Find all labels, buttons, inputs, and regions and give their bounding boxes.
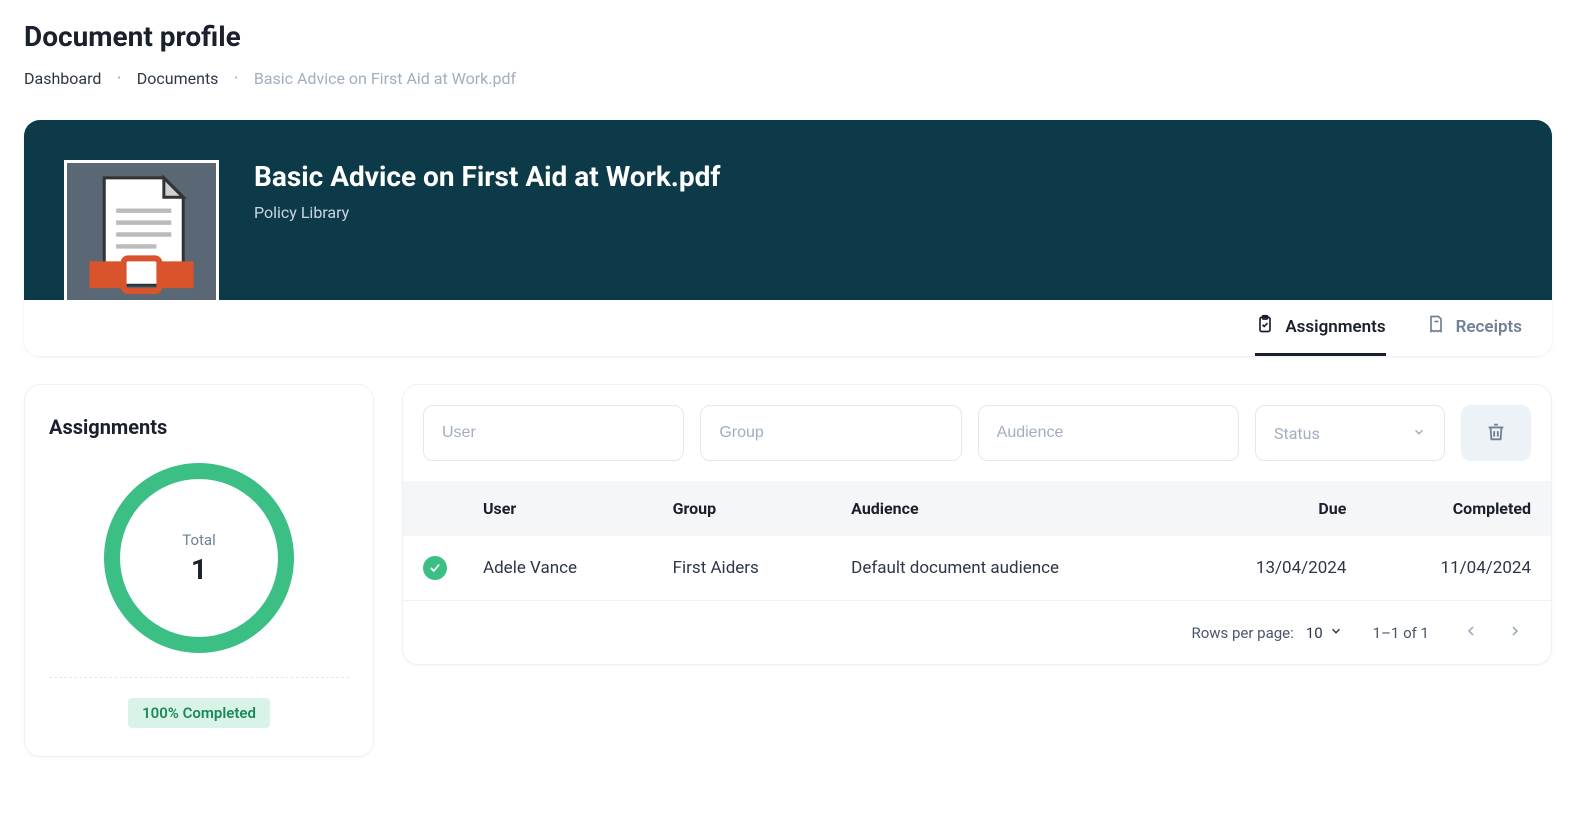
page-title: Document profile — [24, 20, 1552, 53]
table-row[interactable]: Adele Vance First Aiders Default documen… — [403, 536, 1551, 601]
col-audience: Audience — [831, 481, 1182, 536]
summary-title: Assignments — [49, 415, 349, 439]
table-footer: Rows per page: 10 1–1 of 1 — [403, 601, 1551, 664]
chevron-down-icon — [1412, 424, 1426, 443]
tab-label: Receipts — [1456, 317, 1522, 337]
breadcrumb: Dashboard • Documents • Basic Advice on … — [24, 69, 1552, 88]
cell-due: 13/04/2024 — [1182, 536, 1367, 601]
tab-receipts[interactable]: Receipts — [1426, 300, 1522, 356]
next-page-button[interactable] — [1503, 619, 1527, 646]
breadcrumb-separator: • — [234, 73, 237, 84]
status-complete-icon — [423, 556, 447, 580]
donut-ring: Total 1 — [104, 463, 294, 653]
rows-per-page-value: 10 — [1306, 624, 1323, 642]
hero-tabs-bar: Assignments Receipts — [24, 300, 1552, 356]
cell-user: Adele Vance — [463, 536, 653, 601]
document-category: Policy Library — [254, 203, 1512, 222]
col-user: User — [463, 481, 653, 536]
clipboard-check-icon — [1255, 314, 1275, 339]
tabs: Assignments Receipts — [1255, 300, 1522, 356]
hero-banner: Basic Advice on First Aid at Work.pdf Po… — [24, 120, 1552, 300]
user-filter-input[interactable] — [423, 405, 684, 461]
document-icon — [67, 163, 216, 312]
filter-row: Status — [403, 385, 1551, 481]
total-value: 1 — [182, 553, 216, 586]
breadcrumb-documents[interactable]: Documents — [137, 69, 219, 88]
content-row: Assignments Total 1 100% Completed Statu… — [24, 384, 1552, 757]
chevron-down-icon — [1329, 624, 1343, 642]
cell-group: First Aiders — [653, 536, 832, 601]
col-status — [403, 481, 463, 536]
breadcrumb-separator: • — [117, 73, 120, 84]
assignments-table: User Group Audience Due Completed Adele … — [403, 481, 1551, 601]
table-header-row: User Group Audience Due Completed — [403, 481, 1551, 536]
assignments-table-card: Status — [402, 384, 1552, 665]
pager — [1459, 619, 1527, 646]
pagination-range: 1–1 of 1 — [1373, 624, 1429, 642]
completion-chart: Total 1 — [49, 463, 349, 678]
breadcrumb-current: Basic Advice on First Aid at Work.pdf — [254, 69, 516, 88]
document-thumbnail — [64, 160, 219, 315]
tab-assignments[interactable]: Assignments — [1255, 300, 1385, 356]
prev-page-button[interactable] — [1459, 619, 1483, 646]
cell-completed: 11/04/2024 — [1366, 536, 1551, 601]
tab-label: Assignments — [1285, 317, 1385, 337]
audience-filter-input[interactable] — [978, 405, 1239, 461]
completion-badge: 100% Completed — [128, 698, 270, 728]
group-filter-input[interactable] — [700, 405, 961, 461]
col-group: Group — [653, 481, 832, 536]
document-hero-card: Basic Advice on First Aid at Work.pdf Po… — [24, 120, 1552, 356]
document-title: Basic Advice on First Aid at Work.pdf — [254, 160, 1512, 193]
rows-per-page-select[interactable]: 10 — [1306, 624, 1343, 642]
total-label: Total — [182, 531, 216, 549]
rows-per-page: Rows per page: 10 — [1191, 624, 1342, 642]
cell-audience: Default document audience — [831, 536, 1182, 601]
breadcrumb-dashboard[interactable]: Dashboard — [24, 69, 101, 88]
status-label: Status — [1274, 424, 1320, 443]
col-completed: Completed — [1366, 481, 1551, 536]
chevron-right-icon — [1507, 627, 1523, 642]
chevron-left-icon — [1463, 627, 1479, 642]
receipt-icon — [1426, 314, 1446, 339]
status-filter-select[interactable]: Status — [1255, 405, 1445, 461]
assignments-summary-card: Assignments Total 1 100% Completed — [24, 384, 374, 757]
trash-icon — [1485, 421, 1507, 446]
col-due: Due — [1182, 481, 1367, 536]
clear-filters-button[interactable] — [1461, 405, 1531, 461]
rows-per-page-label: Rows per page: — [1191, 624, 1293, 642]
